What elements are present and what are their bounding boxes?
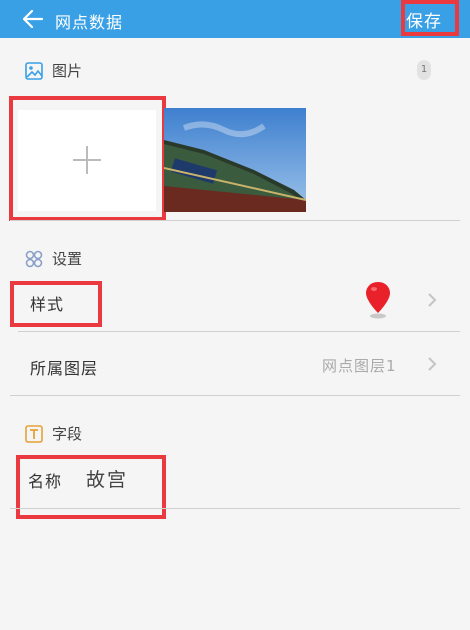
images-section-header: 图片 [24, 60, 82, 81]
back-arrow-icon [22, 9, 44, 29]
name-label: 名称 [28, 472, 63, 491]
image-count-badge: 1 [417, 60, 431, 80]
settings-section-title: 设置 [52, 250, 83, 268]
location-pin-icon [366, 282, 390, 319]
image-thumbnail[interactable] [164, 108, 306, 212]
text-field-icon [25, 424, 43, 443]
settings-grid-icon [25, 250, 43, 267]
fields-section-header: 字段 [24, 423, 82, 444]
name-value[interactable]: 故宫 [86, 465, 128, 492]
settings-section-header: 设置 [24, 248, 82, 269]
divider [10, 508, 460, 509]
divider [10, 220, 460, 221]
app-header: 网点数据 保存 [0, 0, 470, 38]
layer-value: 网点图层1 [322, 357, 397, 375]
divider [18, 331, 460, 332]
save-button[interactable]: 保存 [406, 7, 442, 32]
back-button[interactable] [20, 6, 46, 32]
fields-section-title: 字段 [52, 425, 83, 443]
chevron-right-icon [428, 357, 437, 371]
add-image-button[interactable] [18, 110, 156, 211]
style-label: 样式 [30, 295, 65, 314]
chevron-right-icon [428, 293, 437, 307]
divider [10, 395, 460, 396]
gate-photo [164, 108, 306, 212]
image-icon [25, 61, 43, 80]
layer-label: 所属图层 [30, 359, 99, 378]
page-title: 网点数据 [55, 13, 124, 32]
images-section-title: 图片 [52, 62, 83, 80]
